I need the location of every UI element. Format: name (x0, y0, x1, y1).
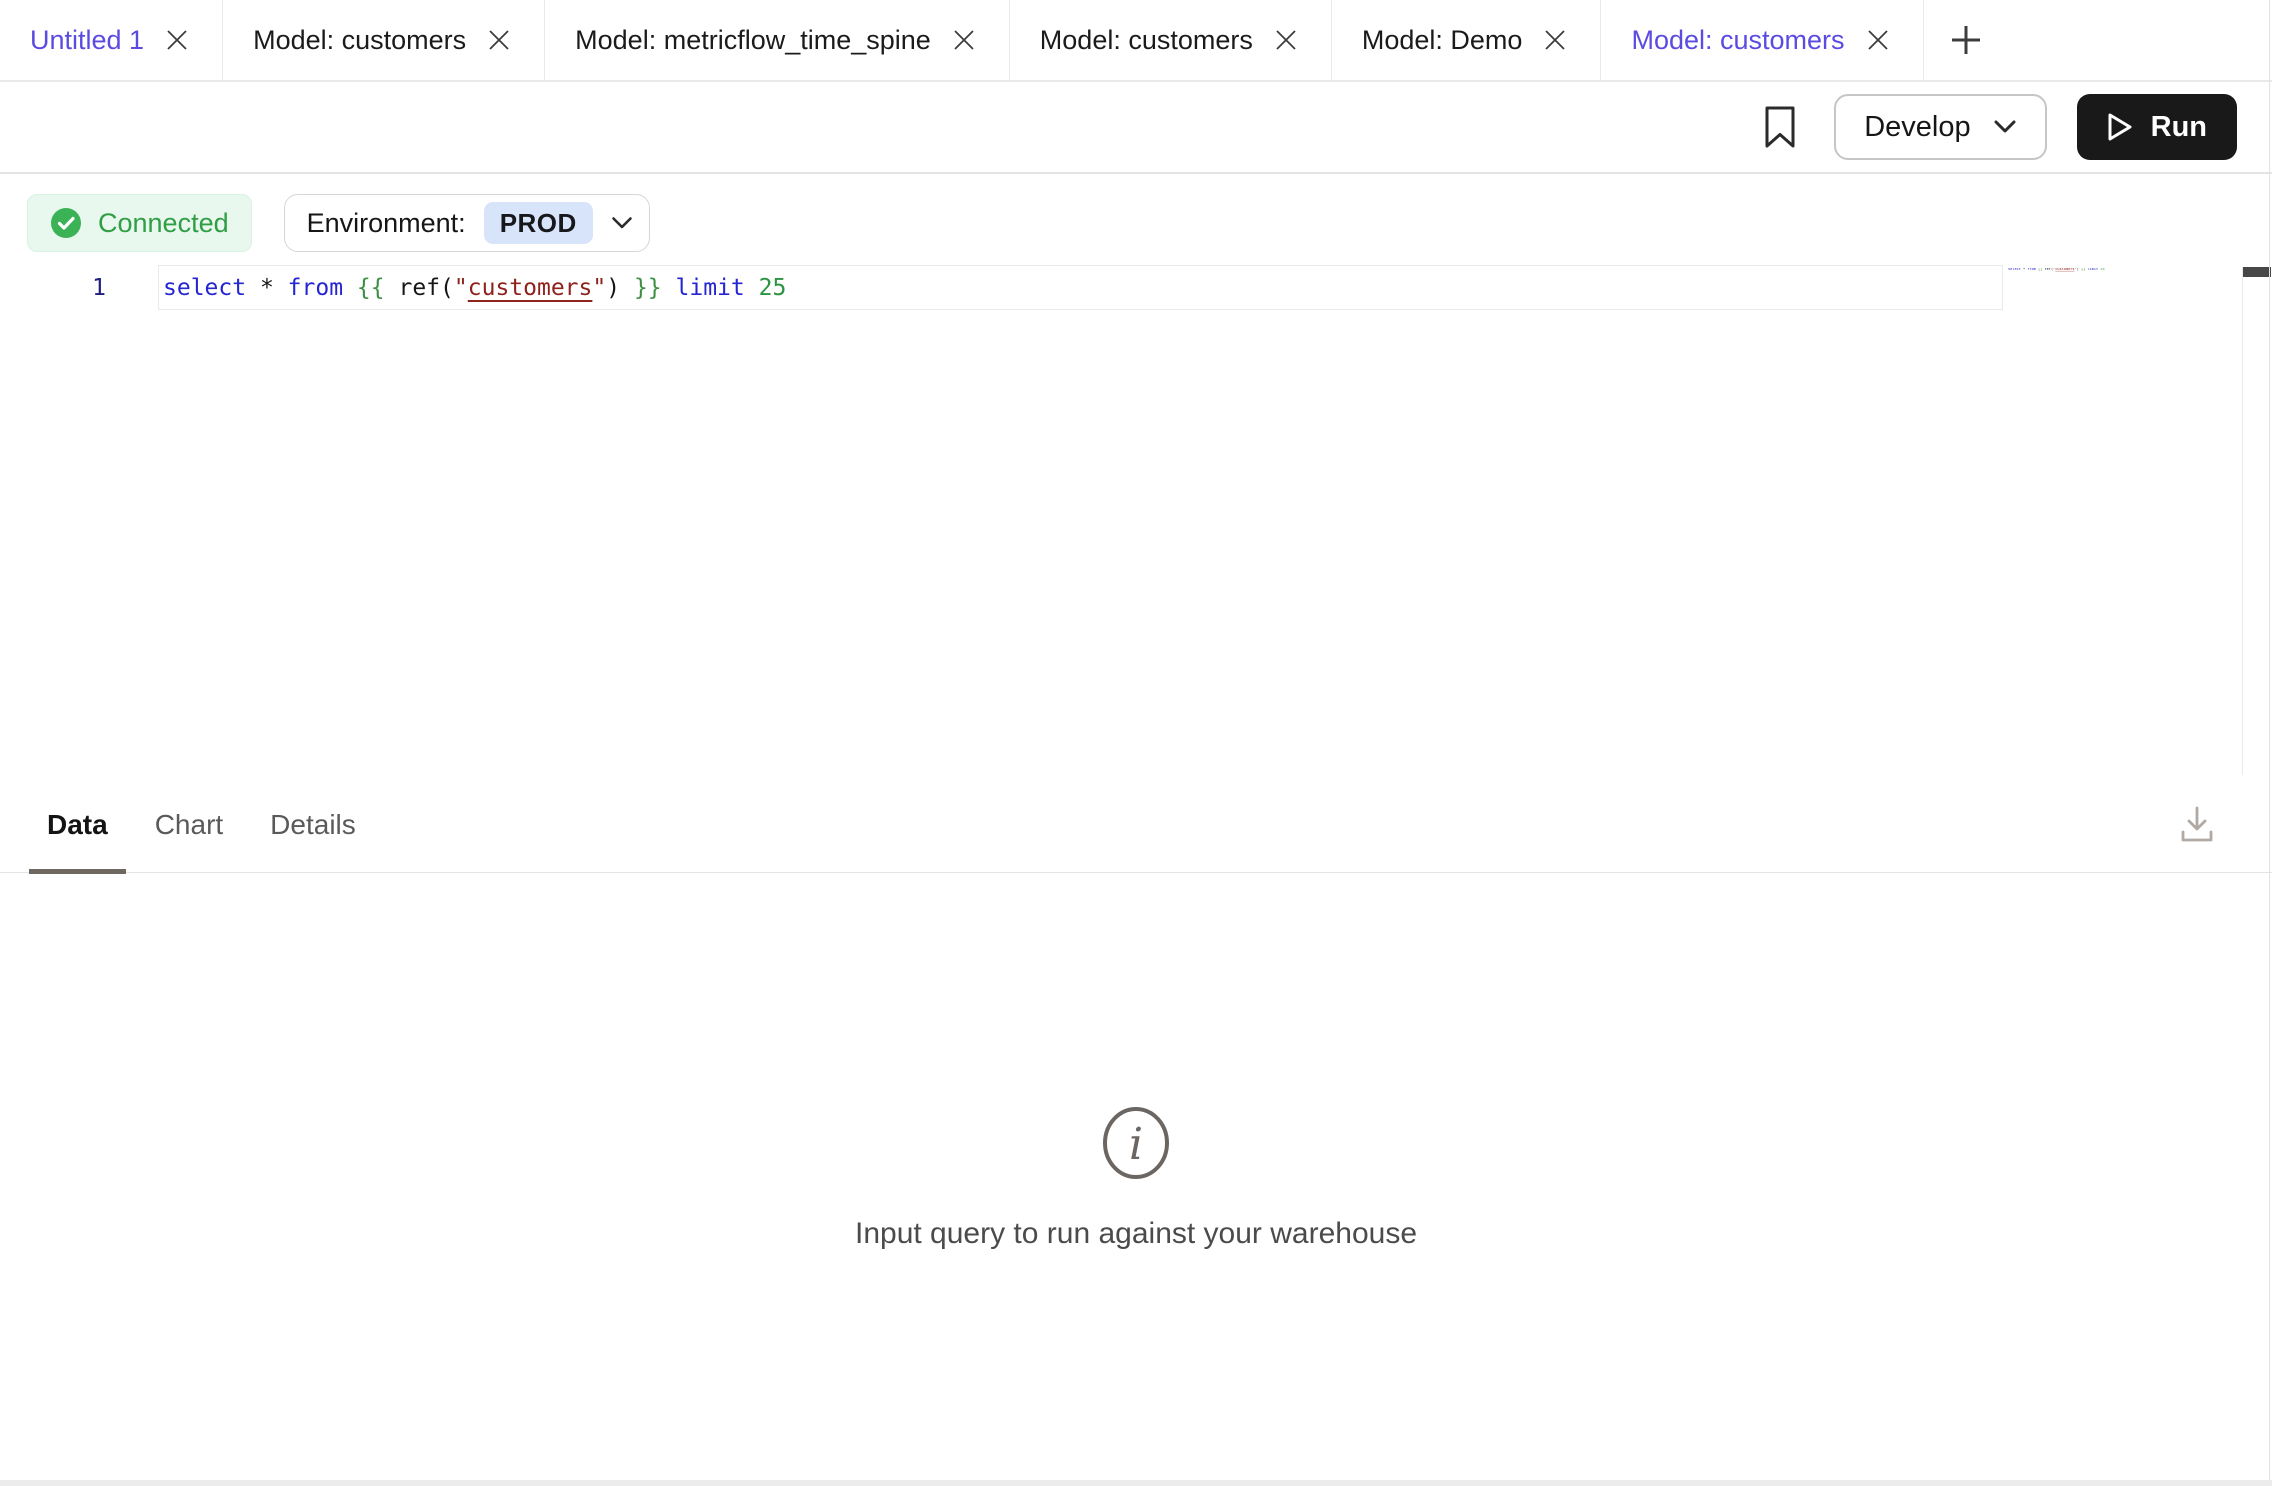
editor-scrollbar-thumb[interactable] (2243, 267, 2271, 277)
editor-tab-label: Model: customers (1631, 25, 1844, 56)
develop-label: Develop (1864, 111, 1970, 144)
code-token: }} (634, 275, 662, 301)
environment-selector[interactable]: Environment: PROD (284, 194, 650, 252)
sql-editor[interactable]: Connected Environment: PROD 1 select * f… (0, 174, 2272, 777)
results-panel: DataChartDetails i Input query to run ag… (0, 777, 2272, 1480)
editor-tab[interactable]: Untitled 1 (0, 0, 223, 80)
info-icon: i (1102, 1107, 1170, 1179)
chevron-down-icon (1993, 119, 2017, 135)
connected-label: Connected (98, 208, 229, 239)
new-tab-button[interactable] (1924, 0, 2008, 80)
editor-tab[interactable]: Model: Demo (1332, 0, 1602, 80)
code-token: " (454, 275, 468, 301)
close-tab-icon[interactable] (1271, 25, 1301, 55)
editor-tab-label: Untitled 1 (30, 25, 144, 56)
editor-scrollbar-track[interactable] (2242, 267, 2270, 775)
close-tab-icon[interactable] (484, 25, 514, 55)
results-tabbar: DataChartDetails (0, 777, 2272, 873)
code-line[interactable]: select * from {{ ref("customers") }} lim… (163, 266, 786, 310)
editor-tab[interactable]: Model: metricflow_time_spine (545, 0, 1010, 80)
develop-menu-button[interactable]: Develop (1834, 94, 2046, 160)
svg-text:i: i (1129, 1119, 1143, 1170)
code-token (246, 275, 260, 301)
line-number: 1 (0, 266, 106, 310)
ide-window: Untitled 1 Model: customers Model: metricf… (0, 0, 2272, 1486)
bookmark-button[interactable] (1756, 95, 1804, 159)
run-button[interactable]: Run (2077, 94, 2237, 160)
code-token: customers (468, 275, 593, 301)
editor-tab-label: Model: metricflow_time_spine (575, 25, 931, 56)
code-token: ( (440, 275, 454, 301)
connected-check-icon (50, 207, 82, 239)
editor-toolbar: Develop Run (0, 82, 2272, 174)
editor-tab[interactable]: Model: customers (1010, 0, 1332, 80)
code-token: ref (398, 275, 440, 301)
code-token: {{ (357, 275, 385, 301)
code-token: from (288, 275, 343, 301)
play-icon (2107, 112, 2133, 142)
environment-value-badge: PROD (484, 202, 593, 244)
editor-minimap[interactable]: select * from {{ ref("customers") }} lim… (2008, 268, 2128, 282)
code-token (745, 275, 759, 301)
editor-tab-label: Model: Demo (1362, 25, 1523, 56)
connection-status-badge: Connected (27, 194, 252, 252)
environment-label: Environment: (307, 208, 466, 239)
code-token (662, 275, 676, 301)
code-token (620, 275, 634, 301)
horizontal-scrollbar-track[interactable] (0, 1480, 2272, 1486)
editor-status-row: Connected Environment: PROD (27, 194, 650, 252)
chevron-down-icon (611, 216, 633, 230)
code-token: limit (676, 275, 745, 301)
download-results-button[interactable] (2179, 777, 2215, 873)
editor-tab[interactable]: Model: customers (223, 0, 545, 80)
code-token (274, 275, 288, 301)
close-tab-icon[interactable] (949, 25, 979, 55)
close-tab-icon[interactable] (1863, 25, 1893, 55)
minimap-code-line: select * from {{ ref("customers") }} lim… (2008, 268, 2027, 270)
bookmark-icon (1765, 106, 1795, 148)
download-icon (2179, 806, 2215, 844)
results-tab-data[interactable]: Data (29, 777, 126, 873)
editor-tab-label: Model: customers (1040, 25, 1253, 56)
run-label: Run (2151, 111, 2207, 144)
results-empty-state: i Input query to run against your wareho… (0, 1107, 2272, 1251)
editor-tabbar: Untitled 1 Model: customers Model: metricf… (0, 0, 2272, 82)
code-token: select (163, 275, 246, 301)
code-token: " (592, 275, 606, 301)
window-scrollbar-edge (2269, 0, 2270, 1480)
close-tab-icon[interactable] (1540, 25, 1570, 55)
close-tab-icon[interactable] (162, 25, 192, 55)
code-token: 25 (759, 275, 787, 301)
editor-tab[interactable]: Model: customers (1601, 0, 1923, 80)
code-token: ) (606, 275, 620, 301)
plus-icon (1949, 23, 1983, 57)
results-tab-chart[interactable]: Chart (137, 777, 241, 873)
results-tab-details[interactable]: Details (252, 777, 374, 873)
code-token (385, 275, 399, 301)
empty-state-message: Input query to run against your warehous… (855, 1217, 1417, 1251)
code-token: * (260, 275, 274, 301)
code-token (343, 275, 357, 301)
editor-tab-label: Model: customers (253, 25, 466, 56)
